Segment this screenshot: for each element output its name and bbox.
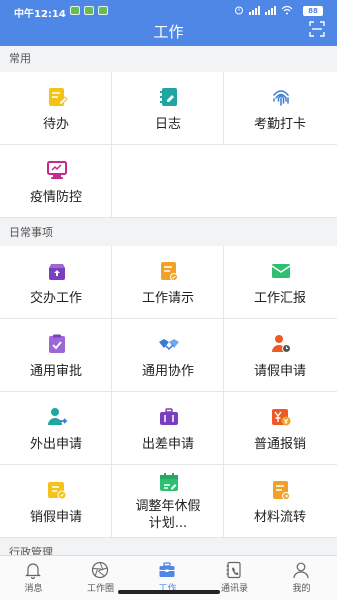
person-out-icon <box>48 408 68 425</box>
grid-item-label: 材料流转 <box>253 510 306 525</box>
briefcase-icon <box>160 408 178 425</box>
calendar-edit-icon <box>160 473 178 491</box>
grid-item-reimbursement[interactable]: 普通报销 <box>224 392 336 465</box>
signal-icon <box>265 5 276 15</box>
todo-icon <box>49 88 68 106</box>
notification-app-icon <box>84 6 94 15</box>
grid-item-general-approval[interactable]: 通用审批 <box>0 319 112 392</box>
grid-item-leave-request[interactable]: 请假申请 <box>224 319 336 392</box>
grid-item-adjust-annual-leave[interactable]: 调整年休假计划... <box>112 465 224 538</box>
grid-item-epidemic-control[interactable]: 疫情防控 <box>0 145 112 218</box>
daily-grid: 交办工作 工作请示 工作汇报 通用审批 通用协作 请假申请 外出申请 出差申请 … <box>0 246 337 538</box>
tab-label: 我的 <box>292 584 311 594</box>
grid-item-todo[interactable]: 待办 <box>0 72 112 145</box>
aperture-icon <box>91 561 109 579</box>
contacts-icon <box>226 561 241 579</box>
monitor-icon <box>47 161 67 179</box>
status-app-icons <box>70 6 108 15</box>
home-indicator <box>118 590 220 594</box>
yen-icon <box>272 409 291 426</box>
grid-item-business-trip[interactable]: 出差申请 <box>112 392 224 465</box>
inbox-icon <box>49 264 65 280</box>
grid-item-label: 请假申请 <box>253 364 306 379</box>
common-grid: 待办 日志 考勤打卡 疫情防控 <box>0 72 337 218</box>
grid-item-general-collaboration[interactable]: 通用协作 <box>112 319 224 392</box>
user-icon <box>293 562 309 579</box>
grid-item-work-report[interactable]: 工作汇报 <box>224 246 336 319</box>
grid-item-log[interactable]: 日志 <box>112 72 224 145</box>
grid-item-assign-work[interactable]: 交办工作 <box>0 246 112 319</box>
tab-messages[interactable]: 消息 <box>0 556 67 600</box>
handshake-icon <box>159 339 179 351</box>
grid-item-label: 通用审批 <box>29 364 82 379</box>
section-label-common: 常用 <box>0 46 337 72</box>
fingerprint-icon <box>273 90 289 106</box>
grid-item-label: 交办工作 <box>29 291 82 306</box>
grid-item-label: 出差申请 <box>141 437 194 452</box>
grid-item-label: 销假申请 <box>29 510 82 525</box>
mail-icon <box>271 264 291 278</box>
ticket-icon <box>48 482 67 500</box>
signal-icon <box>249 5 260 15</box>
grid-item-label: 日志 <box>154 117 181 132</box>
grid-item-attendance[interactable]: 考勤打卡 <box>224 72 336 145</box>
grid-item-cancel-leave[interactable]: 销假申请 <box>0 465 112 538</box>
notification-app-icon <box>98 6 108 15</box>
alarm-icon <box>235 6 243 15</box>
scan-icon[interactable] <box>309 21 325 37</box>
bell-icon <box>25 563 41 579</box>
grid-item-label: 调整年休假计划... <box>135 499 201 531</box>
person-clock-icon <box>272 335 291 353</box>
briefcase-tab-icon <box>159 562 175 577</box>
clipboard-check-icon <box>49 334 65 353</box>
request-icon <box>161 262 178 281</box>
grid-item-label: 工作汇报 <box>253 291 306 306</box>
grid-item-label: 工作请示 <box>141 291 194 306</box>
tab-label: 消息 <box>24 584 43 594</box>
header: 中午12:14 88 工作 <box>0 0 337 46</box>
grid-item-material-flow[interactable]: 材料流转 <box>224 465 336 538</box>
page-title: 工作 <box>153 23 184 41</box>
tab-profile[interactable]: 我的 <box>268 556 335 600</box>
grid-item-label: 普通报销 <box>253 437 306 452</box>
grid-item-label: 疫情防控 <box>29 190 82 205</box>
log-icon <box>160 88 177 106</box>
battery-indicator: 88 <box>303 5 323 16</box>
notification-app-icon <box>70 6 80 15</box>
wifi-icon <box>281 5 293 15</box>
grid-item-label: 考勤打卡 <box>253 117 306 132</box>
grid-item-outing-request[interactable]: 外出申请 <box>0 392 112 465</box>
grid-item-label: 待办 <box>42 117 69 132</box>
battery-icon: 88 <box>303 6 323 16</box>
status-time: 中午12:14 <box>14 9 66 20</box>
section-label-daily: 日常事项 <box>0 220 337 246</box>
doc-flow-icon <box>273 481 290 500</box>
status-indicators <box>234 5 293 15</box>
grid-item-work-request[interactable]: 工作请示 <box>112 246 224 319</box>
status-bar: 中午12:14 88 <box>0 0 337 22</box>
grid-item-label: 外出申请 <box>29 437 82 452</box>
grid-item-label: 通用协作 <box>141 364 194 379</box>
